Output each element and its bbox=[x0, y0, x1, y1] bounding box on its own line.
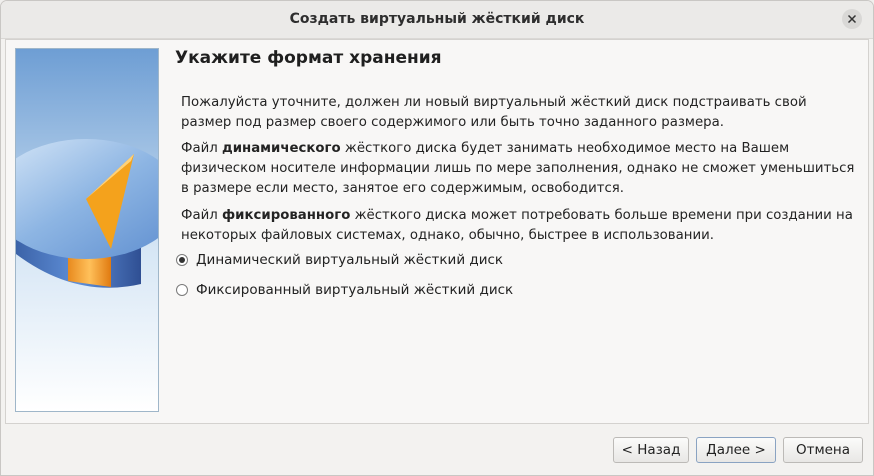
radio-button-selected[interactable] bbox=[176, 254, 188, 266]
dynamic-desc-prefix: Файл bbox=[181, 141, 222, 156]
radio-dynamic-label: Динамический виртуальный жёсткий диск bbox=[196, 252, 504, 268]
radio-fixed-label: Фиксированный виртуальный жёсткий диск bbox=[196, 282, 514, 298]
dynamic-description: Файл динамического жёсткого диска будет … bbox=[181, 139, 861, 199]
next-button[interactable]: Далее > bbox=[696, 437, 776, 463]
back-button[interactable]: < Назад bbox=[613, 437, 689, 463]
page-heading: Укажите формат хранения bbox=[175, 48, 442, 68]
disk-pie-icon bbox=[16, 139, 158, 288]
window-title: Создать виртуальный жёсткий диск bbox=[289, 11, 585, 27]
cancel-button[interactable]: Отмена bbox=[783, 437, 863, 463]
fixed-desc-keyword: фиксированного bbox=[221, 208, 351, 223]
radio-fixed-disk[interactable]: Фиксированный виртуальный жёсткий диск bbox=[176, 280, 513, 300]
radio-dynamic-disk[interactable]: Динамический виртуальный жёсткий диск bbox=[176, 250, 503, 270]
radio-button[interactable] bbox=[176, 284, 188, 296]
close-icon bbox=[847, 14, 857, 24]
title-bar[interactable]: Создать виртуальный жёсткий диск bbox=[1, 1, 873, 39]
fixed-description: Файл фиксированного жёсткого диска может… bbox=[181, 206, 861, 246]
close-button[interactable] bbox=[842, 9, 862, 29]
wizard-dialog: Создать виртуальный жёсткий диск Укажите… bbox=[0, 0, 874, 476]
fixed-desc-prefix: Файл bbox=[181, 208, 222, 223]
wizard-side-image bbox=[15, 48, 159, 412]
dynamic-desc-keyword: динамического bbox=[221, 141, 341, 156]
intro-text: Пожалуйста уточните, должен ли новый вир… bbox=[181, 95, 807, 130]
